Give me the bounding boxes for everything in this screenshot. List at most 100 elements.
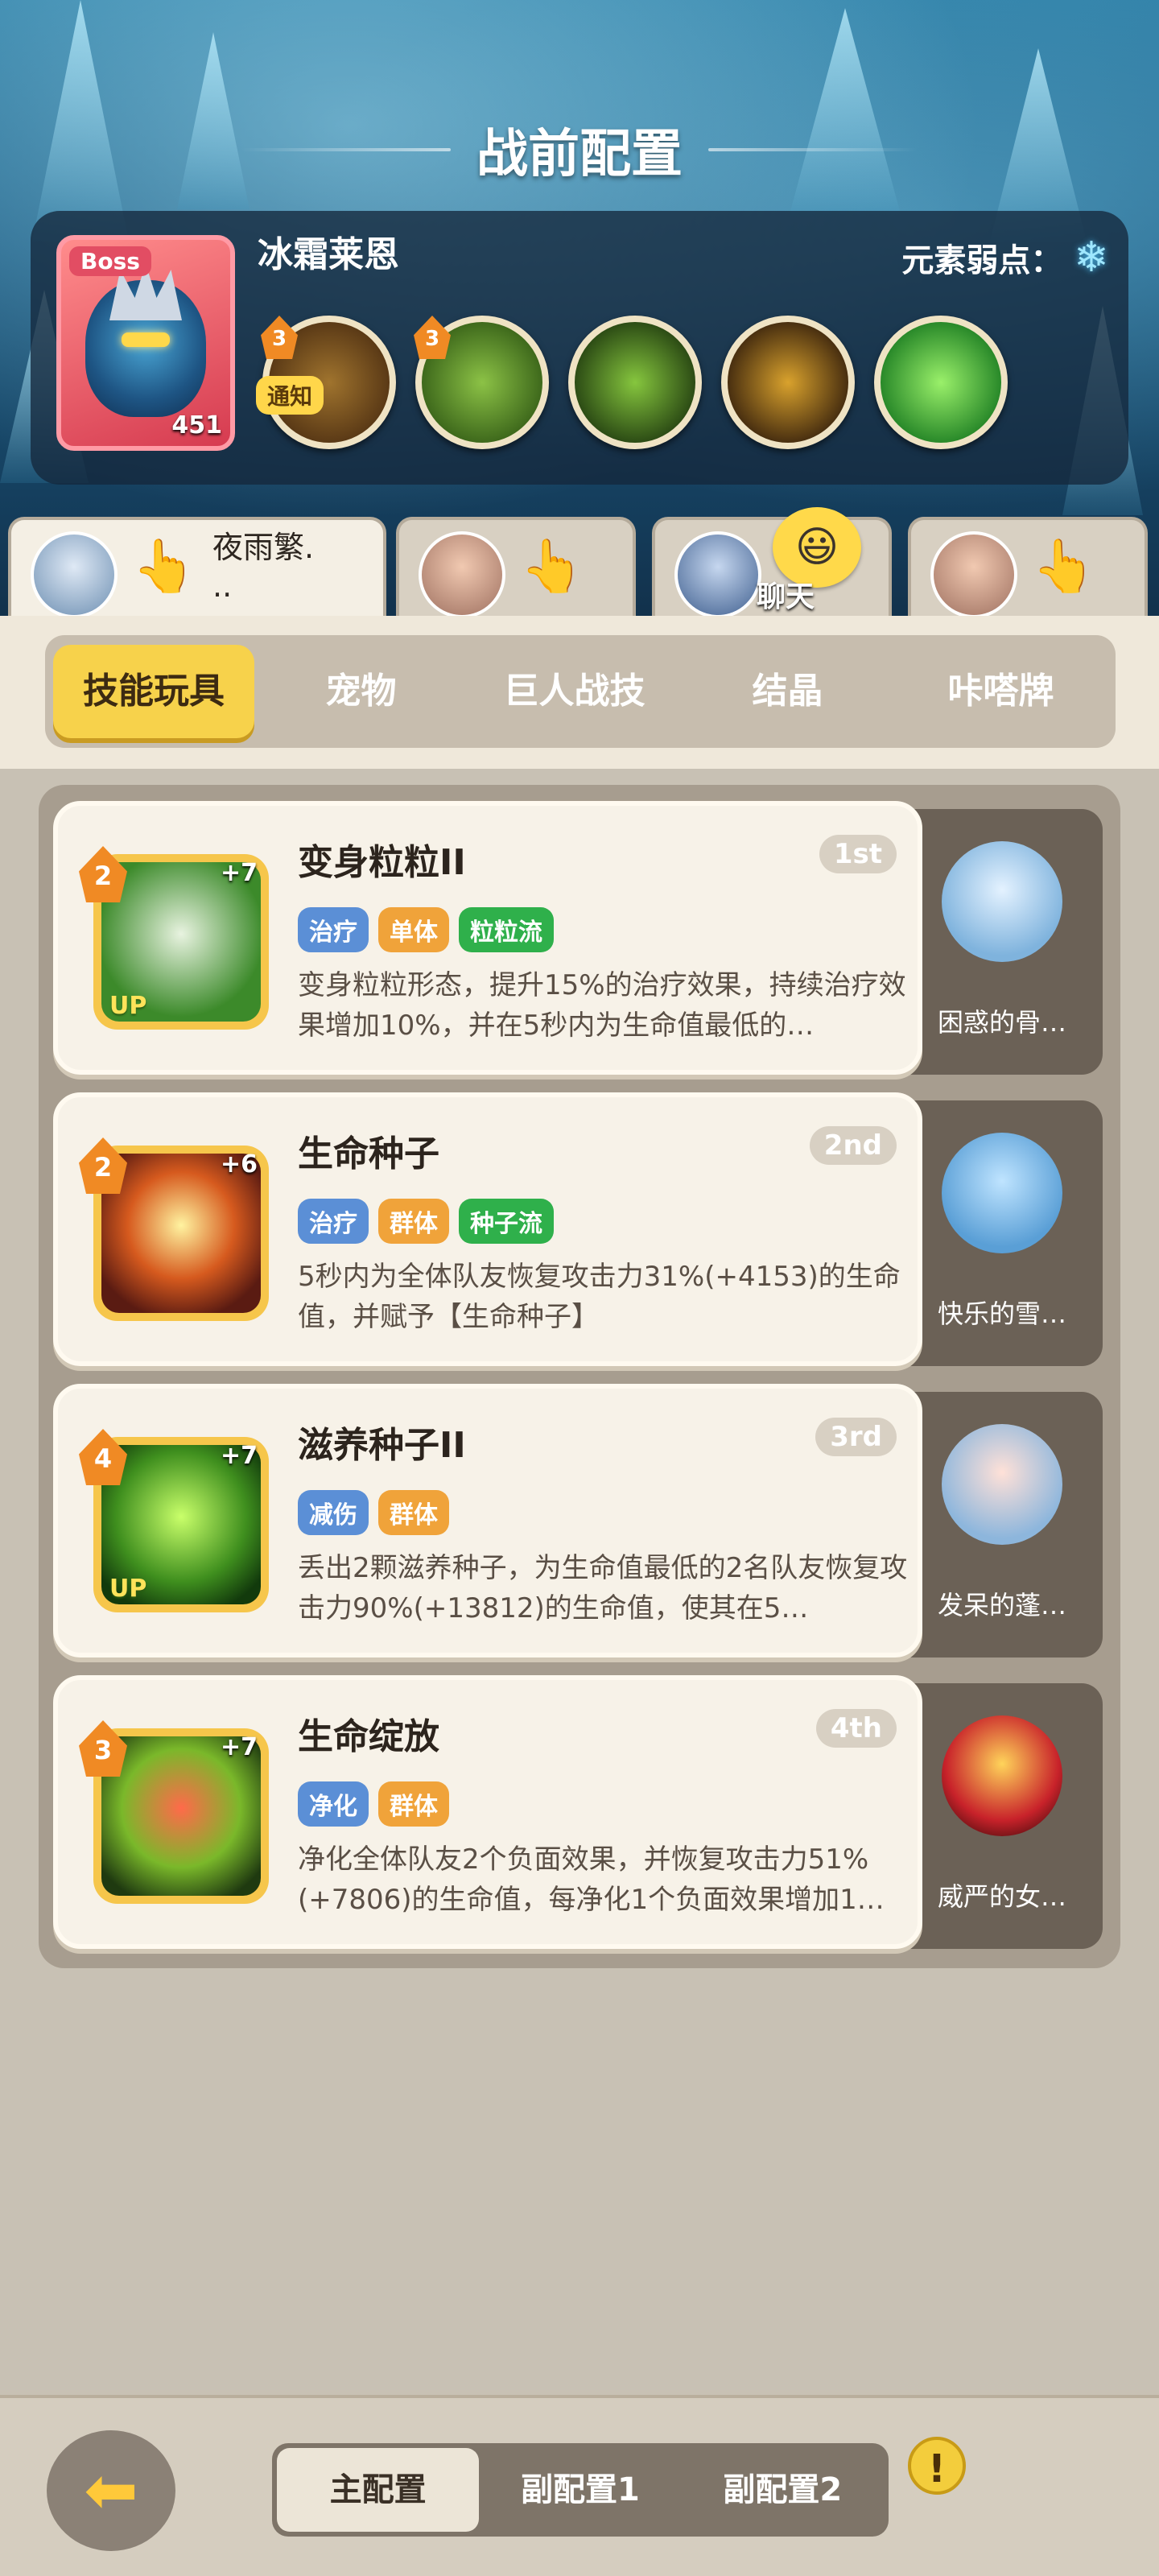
rank-badge: 2nd [809, 1126, 897, 1165]
skill-icon[interactable]: 3 +7 [79, 1720, 269, 1904]
team-member-name: 夜雨繁. .. [212, 530, 315, 604]
rank-badge: 4th [815, 1709, 897, 1748]
hand-tap-icon: 👆 [132, 537, 196, 597]
bottom-bar: ⬅ 主配置 副配置1 副配置2 ! [0, 2395, 1159, 2576]
category-tabs: 技能玩具 宠物 巨人战技 结晶 咔嗒牌 [45, 635, 1116, 748]
tag: 单体 [378, 907, 449, 952]
tab-giant-skills[interactable]: 巨人战技 [468, 645, 681, 738]
avatar [930, 531, 1017, 618]
avatar [419, 531, 505, 618]
boss-skill-2[interactable]: 3 [414, 316, 549, 449]
skill-tags: 减伤 群体 [298, 1490, 449, 1535]
rank-badge: 3rd [815, 1418, 897, 1456]
skill-level: 2 [79, 1137, 127, 1194]
boss-skill-3[interactable] [568, 316, 702, 449]
boss-skill-4[interactable] [721, 316, 855, 449]
tag: 群体 [378, 1199, 449, 1244]
pet-image [942, 841, 1062, 962]
weakness-label: 元素弱点： [901, 242, 1063, 279]
boss-skill-level: 3 [261, 316, 298, 359]
skill-name: 生命种子 [298, 1133, 439, 1174]
skill-card[interactable]: 3 +7 生命绽放 4th 净化 群体 净化全体队友2个负面效果，并恢复攻击力5… [53, 1675, 922, 1949]
hand-tap-icon: 👆 [1032, 537, 1096, 597]
avatar [674, 531, 761, 618]
skill-level: 4 [79, 1429, 127, 1485]
tab-click-cards[interactable]: 咔嗒牌 [894, 645, 1107, 738]
skill-description: 净化全体队友2个负面效果，并恢复攻击力51%(+7806)的生命值，每净化1个负… [298, 1843, 885, 1916]
skill-plus: +7 [220, 1442, 258, 1470]
page-title: 战前配置 [476, 125, 683, 184]
notice-badge[interactable]: 通知 [256, 376, 324, 415]
pet-image [942, 1715, 1062, 1836]
chat-label[interactable]: 聊天 [757, 573, 815, 615]
pet-slot[interactable]: 威严的女… [901, 1683, 1103, 1949]
tag: 治疗 [298, 1199, 369, 1244]
tag: 净化 [298, 1781, 369, 1827]
tab-main-config[interactable]: 主配置 [277, 2448, 480, 2532]
tab-sub-config-1[interactable]: 副配置1 [479, 2448, 681, 2532]
pet-slot[interactable]: 快乐的雪… [901, 1100, 1103, 1366]
team-row: 👆 夜雨繁. .. 👆 👆 [0, 515, 1159, 620]
tag: 群体 [378, 1781, 449, 1827]
back-arrow-icon[interactable]: ⬅ [47, 2430, 175, 2551]
skill-plus: +7 [220, 859, 258, 887]
tab-crystals[interactable]: 结晶 [681, 645, 894, 738]
tab-strip: 技能玩具 宠物 巨人战技 结晶 咔嗒牌 [0, 616, 1159, 769]
skill-card[interactable]: 2 +6 生命种子 2nd 治疗 群体 种子流 5秒内为全体队友恢复攻击力31%… [53, 1092, 922, 1366]
skill-card[interactable]: 4 +7 UP 滋养种子II 3rd 减伤 群体 丢出2颗滋养种子，为生命值最低… [53, 1384, 922, 1657]
skill-plus: +6 [220, 1150, 258, 1179]
boss-panel: Boss 451 冰霜莱恩 元素弱点： ❄ 3 3 通知 [31, 211, 1128, 485]
pet-image [942, 1424, 1062, 1545]
tag: 治疗 [298, 907, 369, 952]
pet-image [942, 1133, 1062, 1253]
skill-name: 变身粒粒II [298, 842, 466, 883]
skill-name: 生命绽放 [298, 1716, 439, 1757]
boss-level: 451 [171, 411, 222, 440]
skill-tags: 治疗 单体 粒粒流 [298, 907, 554, 952]
boss-badge: Boss [69, 246, 151, 276]
skill-tags: 治疗 群体 种子流 [298, 1199, 554, 1244]
boss-skill-level: 3 [414, 316, 451, 359]
skill-name: 滋养种子II [298, 1425, 466, 1466]
tab-sub-config-2[interactable]: 副配置2 [682, 2448, 884, 2532]
skill-plus: +7 [220, 1733, 258, 1761]
pet-slot[interactable]: 困惑的骨… [901, 809, 1103, 1075]
tab-skill-toys[interactable]: 技能玩具 [53, 645, 254, 738]
skill-icon[interactable]: 4 +7 UP [79, 1429, 269, 1612]
pet-name: 发呆的蓬… [937, 1590, 1066, 1620]
boss-skill-5[interactable] [874, 316, 1008, 449]
avatar [31, 531, 118, 618]
upgrade-label: UP [109, 992, 147, 1020]
tag: 种子流 [459, 1199, 554, 1244]
skill-description: 5秒内为全体队友恢复攻击力31%(+4153)的生命值，并赋予【生命种子】 [298, 1261, 901, 1333]
skill-level: 2 [79, 846, 127, 902]
tag: 群体 [378, 1490, 449, 1535]
pet-name: 威严的女… [937, 1881, 1066, 1912]
snowflake-icon[interactable]: ❄ [1074, 233, 1109, 282]
rank-badge: 1st [819, 835, 897, 873]
boss-portrait[interactable]: Boss 451 [56, 235, 235, 451]
skill-description: 变身粒粒形态，提升15%的治疗效果，持续治疗效果增加10%，并在5秒内为生命值最… [298, 969, 906, 1042]
element-weakness: 元素弱点： ❄ [901, 233, 1109, 282]
upgrade-label: UP [109, 1575, 147, 1603]
tag: 粒粒流 [459, 907, 554, 952]
skill-level: 3 [79, 1720, 127, 1777]
team-member-2[interactable]: 👆 [396, 517, 636, 620]
tab-pets[interactable]: 宠物 [254, 645, 468, 738]
boss-name: 冰霜莱恩 [258, 234, 399, 275]
pet-slot[interactable]: 发呆的蓬… [901, 1392, 1103, 1657]
team-member-4[interactable]: 👆 [908, 517, 1148, 620]
info-icon[interactable]: ! [908, 2437, 966, 2495]
boss-figure [85, 280, 206, 417]
pet-name: 困惑的骨… [937, 1007, 1066, 1038]
pet-name: 快乐的雪… [937, 1298, 1066, 1329]
hand-tap-icon: 👆 [520, 537, 584, 597]
config-tabs: 主配置 副配置1 副配置2 [272, 2443, 889, 2537]
skill-icon[interactable]: 2 +6 [79, 1137, 269, 1321]
team-member-1[interactable]: 👆 夜雨繁. .. [8, 517, 386, 620]
skill-icon[interactable]: 2 +7 UP [79, 846, 269, 1030]
skill-card[interactable]: 2 +7 UP 变身粒粒II 1st 治疗 单体 粒粒流 变身粒粒形态，提升15… [53, 801, 922, 1075]
skill-description: 丢出2颗滋养种子，为生命值最低的2名队友恢复攻击力90%(+13812)的生命值… [298, 1552, 908, 1624]
skill-tags: 净化 群体 [298, 1781, 449, 1827]
tag: 减伤 [298, 1490, 369, 1535]
